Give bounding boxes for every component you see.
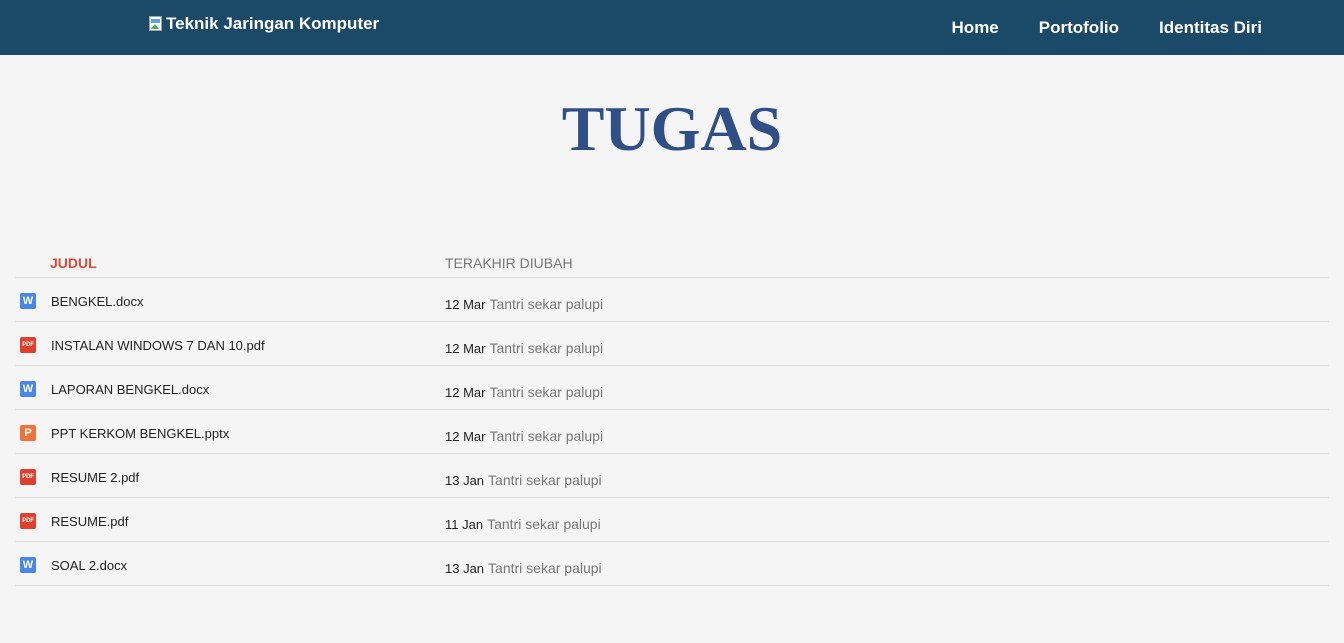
page-title: TUGAS	[561, 93, 783, 164]
modified-author: Tantri sekar palupi	[488, 560, 602, 576]
nav-link-home[interactable]: Home	[952, 18, 999, 38]
column-header-last-modified[interactable]: TERAKHIR DIUBAH	[445, 255, 573, 271]
table-header: JUDUL TERAKHIR DIUBAH	[15, 247, 1329, 278]
modified-date: 12 Mar	[445, 297, 486, 312]
last-modified: 12 Mar Tantri sekar palupi	[445, 340, 603, 356]
table-row[interactable]: PDF INSTALAN WINDOWS 7 DAN 10.pdf 12 Mar…	[15, 322, 1329, 366]
word-doc-icon: W	[20, 557, 36, 573]
modified-author: Tantri sekar palupi	[489, 384, 604, 400]
modified-date: 13 Jan	[445, 473, 485, 488]
file-name[interactable]: BENGKEL.docx	[51, 294, 144, 309]
last-modified: 13 Jan Tantri sekar palupi	[445, 472, 602, 488]
file-name[interactable]: RESUME.pdf	[51, 514, 128, 529]
pdf-icon: PDF	[20, 469, 36, 485]
table-row[interactable]: W SOAL 2.docx 13 Jan Tantri sekar palupi	[15, 542, 1329, 586]
pdf-icon: PDF	[20, 337, 36, 353]
word-doc-icon: W	[20, 293, 36, 309]
column-header-title[interactable]: JUDUL	[50, 255, 97, 271]
file-name[interactable]: LAPORAN BENGKEL.docx	[51, 382, 209, 397]
modified-author: Tantri sekar palupi	[488, 472, 602, 488]
modified-date: 13 Jan	[445, 561, 485, 576]
modified-date: 12 Mar	[445, 341, 486, 356]
last-modified: 12 Mar Tantri sekar palupi	[445, 384, 603, 400]
last-modified: 12 Mar Tantri sekar palupi	[445, 296, 603, 312]
nav-link-portofolio[interactable]: Portofolio	[1039, 18, 1119, 38]
last-modified: 11 Jan Tantri sekar palupi	[445, 516, 601, 532]
file-name[interactable]: RESUME 2.pdf	[51, 470, 139, 485]
nav-links: Home Portofolio Identitas Diri	[912, 0, 1262, 55]
file-name[interactable]: INSTALAN WINDOWS 7 DAN 10.pdf	[51, 338, 265, 353]
last-modified: 13 Jan Tantri sekar palupi	[445, 560, 602, 576]
powerpoint-icon: P	[20, 425, 36, 441]
pdf-icon: PDF	[20, 513, 36, 529]
modified-date: 12 Mar	[445, 429, 486, 444]
table-row[interactable]: W BENGKEL.docx 12 Mar Tantri sekar palup…	[15, 278, 1329, 322]
table-row[interactable]: P PPT KERKOM BENGKEL.pptx 12 Mar Tantri …	[15, 410, 1329, 454]
brand-link[interactable]: Teknik Jaringan Komputer	[148, 14, 379, 34]
modified-author: Tantri sekar palupi	[487, 516, 601, 532]
table-row[interactable]: PDF RESUME.pdf 11 Jan Tantri sekar palup…	[15, 498, 1329, 542]
file-table: JUDUL TERAKHIR DIUBAH W BENGKEL.docx 12 …	[15, 247, 1329, 586]
broken-image-icon	[148, 16, 164, 32]
table-row[interactable]: W LAPORAN BENGKEL.docx 12 Mar Tantri sek…	[15, 366, 1329, 410]
word-doc-icon: W	[20, 381, 36, 397]
modified-date: 12 Mar	[445, 385, 486, 400]
modified-author: Tantri sekar palupi	[489, 340, 604, 356]
last-modified: 12 Mar Tantri sekar palupi	[445, 428, 603, 444]
top-navbar: Teknik Jaringan Komputer Home Portofolio…	[0, 0, 1344, 55]
brand-title: Teknik Jaringan Komputer	[166, 14, 380, 33]
modified-date: 11 Jan	[445, 517, 484, 532]
file-name[interactable]: PPT KERKOM BENGKEL.pptx	[51, 426, 229, 441]
nav-link-identitas-diri[interactable]: Identitas Diri	[1159, 18, 1262, 38]
table-row[interactable]: PDF RESUME 2.pdf 13 Jan Tantri sekar pal…	[15, 454, 1329, 498]
modified-author: Tantri sekar palupi	[489, 296, 604, 312]
modified-author: Tantri sekar palupi	[489, 428, 604, 444]
file-name[interactable]: SOAL 2.docx	[51, 558, 127, 573]
